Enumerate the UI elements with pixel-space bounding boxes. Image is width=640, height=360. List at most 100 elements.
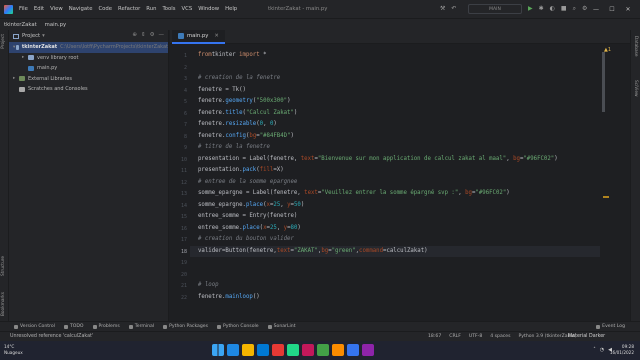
code-line[interactable]: fenetre = Tk() <box>198 85 246 97</box>
close-tab-icon[interactable]: ✕ <box>214 33 218 39</box>
breadcrumb-project[interactable]: tkinterZakat <box>4 22 37 28</box>
tool-window-version-control[interactable]: Version Control <box>14 324 55 329</box>
tool-window-problems[interactable]: Problems <box>92 324 120 329</box>
tree-item[interactable]: ▸ External Libraries <box>9 74 168 85</box>
locate-icon[interactable]: ⊕ <box>132 32 137 38</box>
taskbar-app-icon[interactable] <box>287 344 299 356</box>
code-line[interactable]: fenetre.mainloop() <box>198 292 260 304</box>
tab-main-py[interactable]: main.py ✕ <box>172 30 225 44</box>
network-icon[interactable]: ◔ <box>600 347 604 353</box>
coverage-icon[interactable]: ◐ <box>550 5 555 13</box>
structure-tool-tab[interactable]: Structure <box>1 256 6 276</box>
project-tool-tab[interactable]: Project <box>1 34 6 49</box>
taskbar-app-icon[interactable] <box>317 344 329 356</box>
file-encoding[interactable]: UTF-8 <box>469 334 482 339</box>
theme-indicator[interactable]: Material Darker <box>568 334 605 339</box>
back-icon[interactable]: ↶ <box>451 5 456 12</box>
tool-window-terminal[interactable]: Terminal <box>128 324 154 329</box>
code-line[interactable]: valider=Button(fenetre,text="ZAKAT",bg="… <box>190 245 602 257</box>
chevron-down-icon[interactable]: ▾ <box>42 33 45 39</box>
code-line[interactable]: # creation de la fenetre <box>198 73 280 85</box>
taskbar-app-icon[interactable] <box>242 344 254 356</box>
code-line[interactable]: # creation du bouton valider <box>198 234 294 246</box>
window-controls: — ☐ ✕ <box>588 6 636 13</box>
taskbar-app-icon[interactable] <box>227 344 239 356</box>
warning-indicator-icon[interactable]: ▲1 <box>604 47 611 53</box>
run-config-select[interactable]: MAIN <box>468 4 522 14</box>
warning-marker[interactable] <box>603 196 609 198</box>
code-line[interactable]: somme_epargne = Label(fenetre, text="Veu… <box>198 188 510 200</box>
code-line[interactable]: # entree de la somme epargnee <box>198 177 297 189</box>
tree-item[interactable]: Scratches and Consoles <box>9 84 168 95</box>
code-token: "#84FB4D" <box>259 132 291 139</box>
menu-navigate[interactable]: Navigate <box>69 6 93 12</box>
database-tool-tab[interactable]: Database <box>633 36 638 57</box>
menu-window[interactable]: Window <box>198 6 219 12</box>
menu-code[interactable]: Code <box>98 6 112 12</box>
code-line[interactable]: fenetre.config(bg="#84FB4D") <box>198 131 294 143</box>
code-line[interactable]: fromtkinter import * <box>198 50 267 62</box>
system-clock[interactable]: 09:28 16/01/2022 <box>610 344 634 356</box>
taskbar-app-icon[interactable] <box>332 344 344 356</box>
minimize-button[interactable]: — <box>588 6 604 13</box>
hide-icon[interactable]: — <box>159 32 165 38</box>
menu-refactor[interactable]: Refactor <box>118 6 140 12</box>
tree-item[interactable]: main.py <box>9 63 168 74</box>
gear-icon[interactable]: ⚙ <box>150 32 155 38</box>
tree-item[interactable]: ▾ tkinterZakat C:\Users\lotfi\PycharmProj… <box>9 42 168 53</box>
code-line[interactable]: # loop <box>198 280 219 292</box>
close-button[interactable]: ✕ <box>620 6 636 13</box>
menu-file[interactable]: File <box>19 6 28 12</box>
menu-edit[interactable]: Edit <box>34 6 44 12</box>
maximize-button[interactable]: ☐ <box>604 6 620 13</box>
tree-item[interactable]: ▸ venv library root <box>9 53 168 64</box>
code-line[interactable]: # titre de la fenetre <box>198 142 270 154</box>
chevron-up-icon[interactable]: ˄ <box>593 347 596 353</box>
tool-window-python-packages[interactable]: Python Packages <box>163 324 208 329</box>
taskbar-app-icon[interactable] <box>302 344 314 356</box>
event-log-button[interactable]: Event Log <box>596 324 625 329</box>
tool-window-icon <box>267 324 272 329</box>
menu-help[interactable]: Help <box>225 6 237 12</box>
event-log-label: Event Log <box>602 324 625 329</box>
collapse-all-icon[interactable]: ⇕ <box>141 32 146 38</box>
tool-window-todo[interactable]: TODO <box>63 324 84 329</box>
scroll-thumb[interactable] <box>602 52 605 112</box>
menu-tools[interactable]: Tools <box>162 6 175 12</box>
code-line[interactable]: presentation.pack(fill=X) <box>198 165 284 177</box>
menu-view[interactable]: View <box>50 6 63 12</box>
caret-position[interactable]: 18:67 <box>428 334 441 339</box>
indent-setting[interactable]: 4 spaces <box>490 334 510 339</box>
editor-scrollbar[interactable] <box>600 44 614 321</box>
status-message[interactable]: Unresolved reference 'calculZakat' <box>10 334 93 339</box>
bookmarks-tool-tab[interactable]: Bookmarks <box>1 292 6 316</box>
taskbar-app-icon[interactable] <box>347 344 359 356</box>
code-line[interactable]: fenetre.geometry("500x300") <box>198 96 291 108</box>
taskbar-app-icon[interactable] <box>272 344 284 356</box>
code-line[interactable]: entree_somme = Entry(fenetre) <box>198 211 297 223</box>
code-line[interactable]: somme_epargne.place(x=25, y=50) <box>198 200 304 212</box>
code-line[interactable]: fenetre.resizable(0, 0) <box>198 119 277 131</box>
line-separator[interactable]: CRLF <box>449 334 461 339</box>
breadcrumb-file[interactable]: main.py <box>45 22 66 28</box>
windows-start-icon[interactable] <box>212 344 224 356</box>
build-icon[interactable]: ⚒ <box>440 5 445 12</box>
settings-icon[interactable]: ⚙ <box>582 5 587 13</box>
code-editor[interactable]: 1 2 3 4 5 6 7 8 9 10 11 12 13 14 15 16 17 18 19 20 21 22 from… <box>170 44 602 321</box>
tool-window-sonarlint[interactable]: SonarLint <box>267 324 296 329</box>
code-line[interactable]: fenetre.title("Calcul Zakat") <box>198 108 297 120</box>
tool-window-python-console[interactable]: Python Console <box>216 324 259 329</box>
stop-icon[interactable]: ■ <box>561 5 567 13</box>
taskbar-app-icon[interactable] <box>362 344 374 356</box>
run-icon[interactable]: ▶ <box>528 5 533 13</box>
search-icon[interactable]: ⌕ <box>573 5 576 13</box>
debug-icon[interactable]: ✱ <box>539 5 544 13</box>
code-line[interactable]: entree_somme.place(x=25, y=80) <box>198 223 301 235</box>
code-line[interactable]: presentation = Label(fenetre, text="Bien… <box>198 154 558 166</box>
sciview-tool-tab[interactable]: SciView <box>633 80 638 96</box>
menu-vcs[interactable]: VCS <box>182 6 193 12</box>
weather-widget[interactable]: 14°C Nuageux <box>4 344 23 356</box>
project-panel-title[interactable]: Project <box>22 33 40 39</box>
menu-run[interactable]: Run <box>146 6 156 12</box>
taskbar-app-icon[interactable] <box>257 344 269 356</box>
